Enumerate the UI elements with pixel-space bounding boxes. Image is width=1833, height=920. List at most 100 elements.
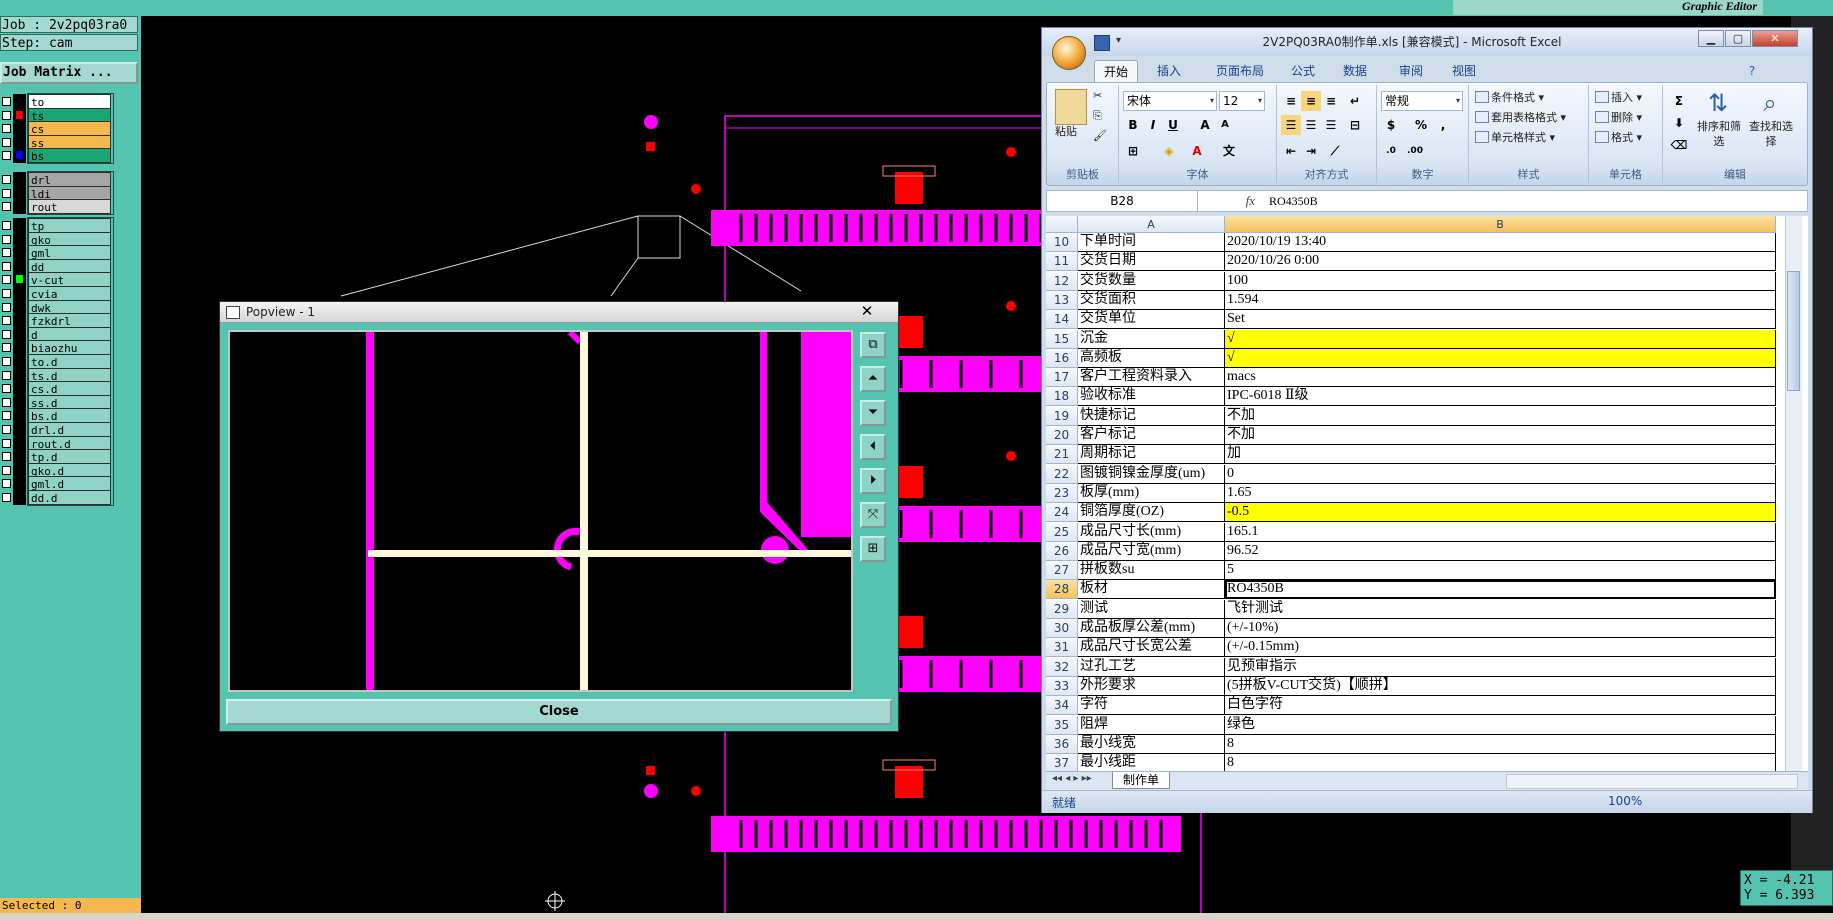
layer-checkbox[interactable] [2, 329, 11, 339]
sheet-nav-icon[interactable]: ◂◂ ◂ ▸ ▸▸ [1052, 773, 1092, 784]
bold-button[interactable]: B [1123, 115, 1143, 135]
cell-b[interactable]: 飞针测试 [1225, 599, 1776, 619]
align-middle-icon[interactable]: ≡ [1301, 91, 1321, 111]
select-all-corner[interactable] [1046, 216, 1078, 233]
font-size-combo[interactable]: 12 ▾ [1219, 91, 1265, 111]
cell-a[interactable]: 成品尺寸长(mm) [1078, 522, 1225, 542]
layer-checkbox[interactable] [2, 438, 11, 448]
close-button[interactable]: Close [226, 699, 892, 725]
layer-checkbox[interactable] [2, 124, 11, 134]
maximize-icon[interactable]: ▢ [1725, 30, 1751, 47]
row-header[interactable]: 29 [1046, 599, 1078, 619]
cell-a[interactable]: 成品尺寸宽(mm) [1078, 541, 1225, 561]
border-icon[interactable]: ⊞ [1123, 141, 1143, 161]
cell-b[interactable]: 8 [1225, 734, 1776, 754]
shrink-font-icon[interactable]: A [1215, 115, 1235, 135]
cell-b[interactable]: 0 [1225, 464, 1776, 484]
number-format-combo[interactable]: 常规 ▾ [1381, 91, 1463, 111]
tab-5[interactable]: 审阅 [1388, 60, 1434, 82]
cell-b[interactable]: 不加 [1225, 406, 1776, 426]
layer-checkbox[interactable] [2, 151, 11, 161]
cell-b[interactable]: 不加 [1225, 426, 1776, 445]
merge-center-icon[interactable]: ⊟ [1345, 115, 1365, 135]
row-header[interactable]: 34 [1046, 696, 1078, 716]
delete-cells-button[interactable]: 删除 ▾ [1595, 111, 1642, 125]
layer-row[interactable]: bs [0, 148, 138, 164]
layer-color-swatch[interactable] [13, 199, 26, 215]
align-top-icon[interactable]: ≡ [1281, 91, 1301, 111]
cell-a[interactable]: 过孔工艺 [1078, 657, 1225, 677]
layer-checkbox[interactable] [2, 465, 11, 475]
column-header-a[interactable]: A [1078, 216, 1225, 233]
find-select-button[interactable]: 查找和选择 [1745, 119, 1797, 149]
font-name-combo[interactable]: 宋体 ▾ [1123, 91, 1217, 111]
autosum-icon[interactable]: Σ [1669, 91, 1689, 111]
layer-checkbox[interactable] [2, 397, 11, 407]
row-header[interactable]: 32 [1046, 657, 1078, 677]
underline-button[interactable]: U [1163, 115, 1183, 135]
cell-a[interactable]: 沉金 [1078, 329, 1225, 349]
job-matrix-button[interactable]: Job Matrix ... [0, 62, 138, 84]
cell-b[interactable]: 2020/10/26 0:00 [1225, 252, 1776, 272]
format-cells-button[interactable]: 格式 ▾ [1595, 131, 1642, 145]
align-left-icon[interactable]: ☰ [1281, 115, 1301, 135]
horizontal-scrollbar[interactable] [1506, 774, 1798, 789]
row-header[interactable]: 20 [1046, 426, 1078, 445]
cell-a[interactable]: 字符 [1078, 696, 1225, 716]
cell-b[interactable]: √ [1225, 348, 1776, 368]
wrap-text-icon[interactable]: ↵ [1345, 91, 1365, 111]
zoom-fit-icon[interactable]: ⤧ [860, 502, 886, 528]
cell-a[interactable]: 最小线宽 [1078, 734, 1225, 754]
cell-a[interactable]: 交货单位 [1078, 310, 1225, 330]
cell-b[interactable]: 100 [1225, 271, 1776, 291]
cell-b[interactable]: √ [1225, 329, 1776, 349]
close-icon[interactable]: ✕ [848, 303, 886, 319]
pan-right-icon[interactable]: ⏵ [860, 468, 886, 494]
decrease-decimal-icon[interactable]: .00 [1405, 141, 1425, 161]
layer-checkbox[interactable] [2, 234, 11, 244]
help-icon[interactable]: ? [1742, 60, 1762, 82]
grow-font-icon[interactable]: A [1195, 115, 1215, 135]
increase-decimal-icon[interactable]: .0 [1381, 141, 1401, 161]
row-header[interactable]: 36 [1046, 734, 1078, 754]
row-header[interactable]: 22 [1046, 464, 1078, 484]
cut-icon[interactable]: ✂ [1093, 89, 1102, 103]
cell-b[interactable]: macs [1225, 368, 1776, 388]
cell-a[interactable]: 下单时间 [1078, 233, 1225, 252]
row-header[interactable]: 31 [1046, 638, 1078, 658]
tab-0[interactable]: 开始 [1094, 60, 1138, 82]
cell-a[interactable]: 图镀铜镍金厚度(um) [1078, 464, 1225, 484]
cell-b[interactable]: 8 [1225, 754, 1776, 771]
layer-checkbox[interactable] [2, 493, 11, 502]
cell-a[interactable]: 交货数量 [1078, 271, 1225, 291]
popview-canvas[interactable] [228, 329, 853, 692]
row-header[interactable]: 26 [1046, 541, 1078, 561]
layer-checkbox[interactable] [2, 275, 11, 285]
cell-b[interactable]: 见预审指示 [1225, 657, 1776, 677]
orientation-icon[interactable]: ⟋ [1325, 141, 1345, 161]
cell-a[interactable]: 最小线距 [1078, 754, 1225, 771]
layer-checkbox[interactable] [2, 221, 11, 230]
row-header[interactable]: 21 [1046, 445, 1078, 465]
percent-icon[interactable]: % [1411, 115, 1431, 135]
layer-checkbox[interactable] [2, 289, 11, 298]
layer-checkbox[interactable] [2, 357, 11, 366]
cell-b[interactable]: (+/-0.15mm) [1225, 638, 1776, 658]
layer-checkbox[interactable] [2, 248, 11, 258]
cell-b[interactable]: 白色字符 [1225, 696, 1776, 716]
cell-b[interactable]: RO4350B [1225, 580, 1776, 600]
layer-checkbox[interactable] [2, 188, 11, 198]
zoom-window-icon[interactable]: ⧉ [860, 332, 886, 358]
row-header[interactable]: 13 [1046, 290, 1078, 310]
name-box[interactable]: B28 [1047, 191, 1198, 211]
row-header[interactable]: 16 [1046, 348, 1078, 368]
excel-titlebar[interactable]: ▾ 2V2PQ03RA0制作单.xls [兼容模式] - Microsoft E… [1042, 28, 1812, 56]
layer-checkbox[interactable] [2, 202, 11, 212]
layer-color-swatch[interactable] [13, 490, 26, 505]
layer-checkbox[interactable] [2, 110, 11, 120]
cell-b[interactable]: IPC-6018 Ⅱ级 [1225, 387, 1776, 407]
layer-checkbox[interactable] [2, 370, 11, 380]
pan-left-icon[interactable]: ⏴ [860, 434, 886, 460]
row-header[interactable]: 27 [1046, 561, 1078, 581]
phonetic-icon[interactable]: 文 [1219, 141, 1239, 161]
